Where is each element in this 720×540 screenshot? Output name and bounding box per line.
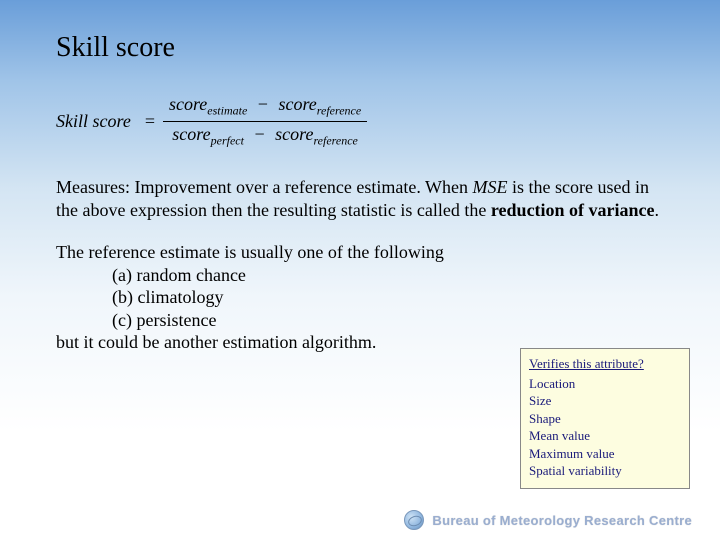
equals-sign: = [145, 111, 155, 132]
option-b: (b) climatology [56, 286, 664, 309]
reference-paragraph: The reference estimate is usually one of… [56, 241, 664, 354]
callout-item: Maximum value [529, 445, 681, 463]
num-left: score [169, 94, 207, 114]
callout-item: Spatial variability [529, 462, 681, 480]
footer: Bureau of Meteorology Research Centre [404, 510, 692, 530]
option-a: (a) random chance [56, 264, 664, 287]
formula-fraction: scoreestimate − scorereference scoreperf… [163, 92, 367, 150]
measures-text1: Improvement over a reference estimate. W… [130, 177, 473, 197]
measures-paragraph: Measures: Improvement over a reference e… [56, 176, 664, 221]
footer-text: Bureau of Meteorology Research Centre [432, 513, 692, 528]
callout-header: Verifies this attribute? [529, 355, 681, 373]
measures-lead: Measures: [56, 177, 130, 197]
den-left: score [172, 124, 210, 144]
den-left-sub: perfect [211, 133, 244, 147]
callout-item: Size [529, 392, 681, 410]
reduction-of-variance: reduction of variance [491, 200, 655, 220]
bom-logo-icon [404, 510, 424, 530]
den-right: score [275, 124, 313, 144]
attributes-callout: Verifies this attribute? Location Size S… [520, 348, 690, 489]
num-right: score [278, 94, 316, 114]
formula-lhs: Skill score [56, 111, 131, 132]
den-right-sub: reference [313, 133, 357, 147]
callout-item: Location [529, 375, 681, 393]
num-right-sub: reference [317, 104, 361, 118]
skill-score-formula: Skill score = scoreestimate − scorerefer… [56, 92, 664, 150]
mse-term: MSE [473, 177, 508, 197]
num-left-sub: estimate [207, 104, 247, 118]
slide-title: Skill score [56, 32, 664, 64]
callout-item: Mean value [529, 427, 681, 445]
callout-item: Shape [529, 410, 681, 428]
measures-period: . [655, 200, 660, 220]
reference-intro: The reference estimate is usually one of… [56, 241, 664, 264]
option-c: (c) persistence [56, 309, 664, 332]
